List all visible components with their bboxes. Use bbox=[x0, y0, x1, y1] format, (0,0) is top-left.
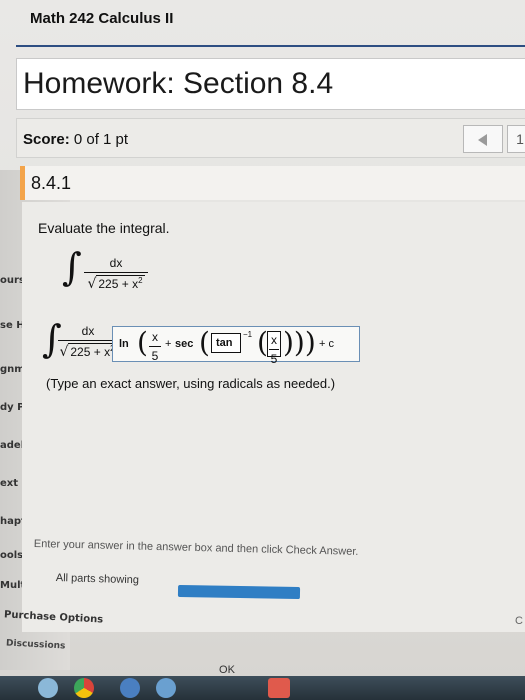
question-number: 8.4.1 bbox=[31, 173, 72, 193]
question-number-bar: 8.4.1 bbox=[20, 166, 525, 200]
radicand: 225 + x bbox=[98, 277, 139, 291]
homework-title: Homework: Section 8.4 bbox=[23, 67, 334, 100]
open-paren: ( bbox=[137, 326, 148, 359]
answer-numerator: dx bbox=[81, 324, 95, 338]
sidebar-item-etext[interactable]: ext bbox=[0, 478, 18, 489]
answer-integral-fraction: dx √225 + x2 bbox=[58, 324, 118, 360]
fraction-denominator: √ 225 + x2 bbox=[84, 273, 148, 292]
app-icon[interactable] bbox=[120, 678, 140, 698]
integral-symbol: ∫ bbox=[62, 245, 82, 289]
x-over-5-input[interactable]: x 5 bbox=[267, 331, 281, 366]
homework-page: Math 242 Calculus II Homework: Section 8… bbox=[0, 0, 525, 700]
sec-label: sec bbox=[175, 338, 194, 350]
close-parens: ))) bbox=[283, 326, 316, 359]
question-prompt: Evaluate the integral. bbox=[38, 220, 170, 236]
radical-icon: √ bbox=[87, 276, 97, 292]
sidebar-item-course-home[interactable]: se H bbox=[0, 320, 25, 331]
score-text: Score: 0 of 1 pt bbox=[23, 131, 128, 148]
inner-denominator: 5 bbox=[270, 352, 278, 366]
x-over-5-fraction: x 5 bbox=[149, 330, 161, 363]
taskbar bbox=[0, 676, 525, 700]
right-edge-text: C bbox=[515, 615, 523, 627]
inner-numerator: x bbox=[271, 333, 277, 347]
x-over-5-denominator: 5 bbox=[151, 349, 159, 363]
title-divider bbox=[16, 45, 525, 47]
integral-fraction: dx √ 225 + x2 bbox=[84, 256, 148, 292]
question-content: Evaluate the integral. ∫ dx √ 225 + x2 ∫ … bbox=[22, 202, 525, 632]
x-over-5-numerator: x bbox=[152, 330, 158, 344]
score-label: Score: bbox=[23, 131, 70, 148]
tan-label: tan bbox=[216, 337, 233, 349]
next-question-button[interactable]: 1 bbox=[507, 125, 525, 153]
progress-fill bbox=[177, 584, 301, 600]
answer-hint: (Type an exact answer, using radicals as… bbox=[46, 376, 336, 391]
answer-input-box[interactable]: ln ( x 5 + sec ( tan −1 ( x 5 ))) + c bbox=[112, 326, 360, 366]
exponent: 2 bbox=[138, 276, 143, 285]
sec-open-paren: ( bbox=[199, 326, 210, 359]
rocket-app-icon[interactable] bbox=[38, 678, 58, 698]
score-value: 0 of 1 pt bbox=[73, 131, 129, 148]
fraction-numerator: dx bbox=[109, 256, 123, 270]
ln-label: ln bbox=[119, 338, 129, 350]
constant-of-integration: + c bbox=[319, 338, 334, 350]
inverse-exponent: −1 bbox=[243, 330, 253, 339]
answer-radicand: 225 + x bbox=[70, 345, 111, 359]
answer-denominator: √225 + x2 bbox=[58, 341, 118, 360]
homework-header: Homework: Section 8.4 bbox=[16, 58, 525, 110]
triangle-left-icon bbox=[478, 134, 487, 146]
previous-question-button[interactable] bbox=[463, 125, 503, 153]
calendar-icon[interactable] bbox=[268, 678, 290, 698]
tan-input[interactable]: tan bbox=[211, 333, 241, 353]
score-bar: Score: 0 of 1 pt 1 bbox=[16, 118, 525, 158]
course-title: Math 242 Calculus II bbox=[30, 10, 174, 27]
settings-app-icon[interactable] bbox=[156, 678, 176, 698]
inner-fraction: x 5 bbox=[269, 333, 279, 366]
parts-showing-label: All parts showing bbox=[55, 572, 140, 587]
plus-sign: + bbox=[165, 338, 172, 350]
answer-radical-icon: √ bbox=[59, 344, 69, 360]
parts-progress-bar bbox=[177, 584, 301, 600]
chrome-icon[interactable] bbox=[74, 678, 94, 698]
